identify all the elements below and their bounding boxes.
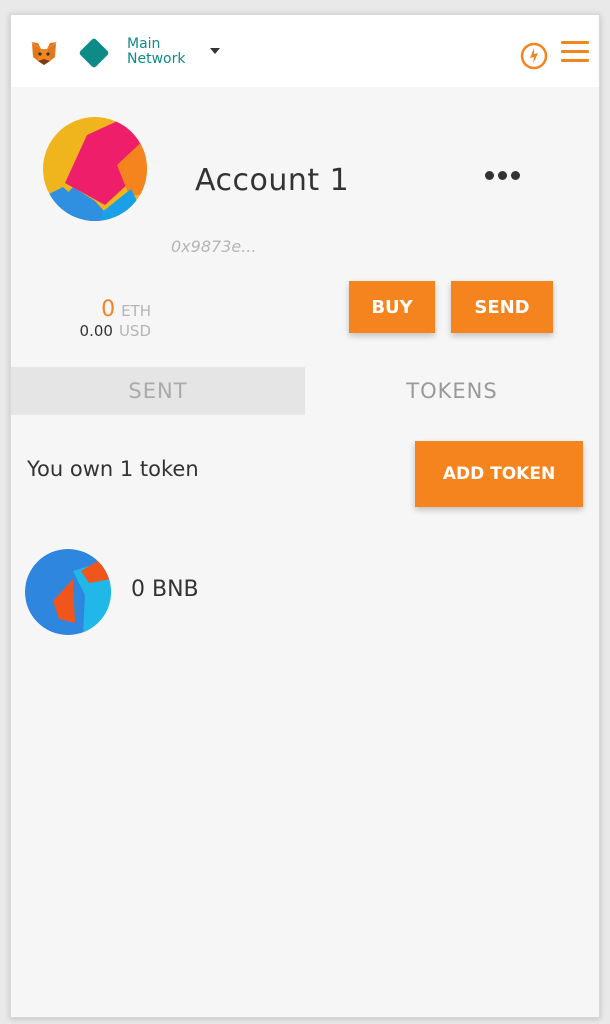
token-identicon-icon [25, 549, 111, 635]
metamask-fox-icon[interactable] [29, 39, 59, 69]
account-name: Account 1 [195, 163, 350, 198]
notification-icon[interactable] [519, 41, 549, 71]
token-balance: 0 BNB [131, 577, 199, 602]
more-options-button[interactable] [485, 165, 535, 195]
tab-bar: SENT TOKENS [11, 367, 599, 415]
more-dot-icon [485, 171, 494, 180]
app-header: Main Network [11, 15, 599, 87]
network-status-icon[interactable] [78, 37, 110, 69]
token-count-text: You own 1 token [27, 457, 199, 481]
network-name-line2: Network [127, 51, 186, 67]
hamburger-menu-icon[interactable] [561, 41, 589, 63]
avatar[interactable] [43, 117, 147, 221]
add-token-button[interactable]: ADD TOKEN [415, 441, 583, 507]
usd-balance-unit: USD [118, 322, 151, 340]
network-name-line1: Main [127, 36, 161, 52]
tab-sent[interactable]: SENT [11, 367, 305, 415]
list-item[interactable]: 0 BNB [25, 549, 425, 635]
more-dot-icon [498, 171, 507, 180]
eth-balance-unit: ETH [121, 302, 151, 320]
send-button[interactable]: SEND [451, 281, 553, 333]
more-dot-icon [511, 171, 520, 180]
usd-balance-amount: 0.00 [79, 322, 113, 340]
buy-button[interactable]: BUY [349, 281, 435, 333]
chevron-down-icon[interactable] [210, 48, 220, 54]
wallet-popup: Main Network Account 1 0x9873e... 0 ETH … [10, 14, 600, 1018]
balance-display: 0 ETH 0.00 USD [41, 297, 151, 340]
eth-balance-amount: 0 [101, 297, 116, 322]
account-address[interactable]: 0x9873e... [171, 237, 256, 256]
network-selector[interactable]: Main Network [127, 37, 207, 67]
tab-tokens[interactable]: TOKENS [305, 367, 599, 415]
